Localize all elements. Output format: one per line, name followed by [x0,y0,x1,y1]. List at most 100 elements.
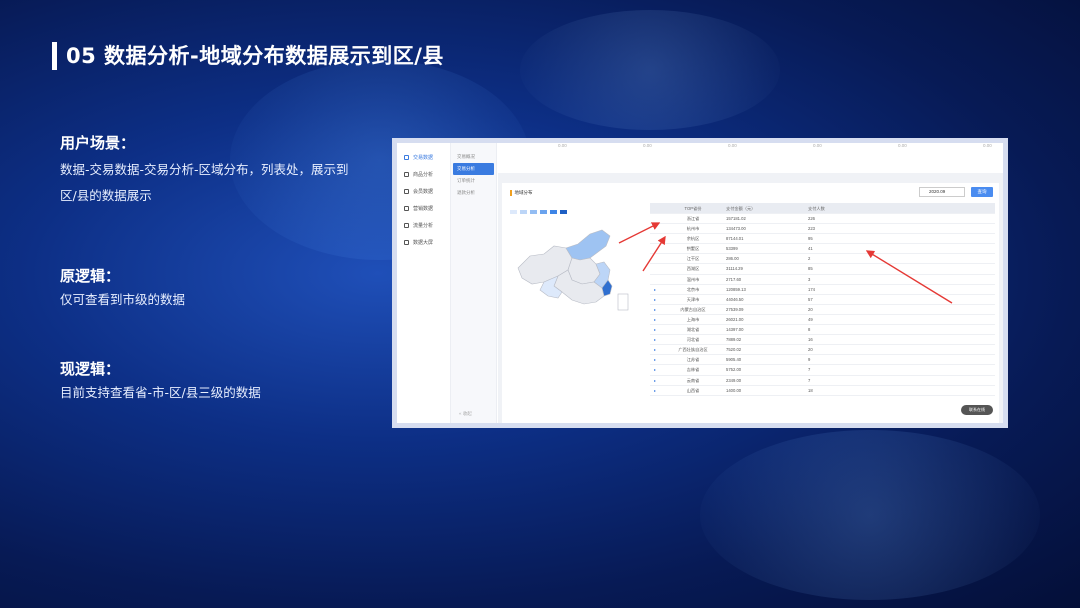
expand-icon[interactable] [650,244,660,253]
table-cell: 44046.50 [726,296,744,302]
nav-icon [404,189,409,194]
table-cell: 8 [808,327,811,333]
table-cell: 5752.00 [726,367,742,373]
table-cell: 27539.09 [726,306,744,312]
scenario-text: 数据-交易数据-交易分析-区域分布，列表处，展示到区/县的数据展示 [60,162,349,203]
table-cell: 浙江省 [686,216,700,221]
side-nav: 交易数据商品分析会员数据营销数据流量分析数据大屏 [397,143,451,423]
table-row[interactable]: ▸ 天津市 44046.50 57 [650,295,995,305]
table-row[interactable]: ▸ 北京市 120859.13 174 [650,285,995,295]
table-row[interactable]: 西湖区 31114.29 85 [650,264,995,275]
expand-icon[interactable]: ▸ [650,365,660,374]
expand-icon[interactable]: ▸ [650,285,660,294]
expand-icon[interactable]: ▸ [650,386,660,395]
summary-value: 0.00 [643,143,652,148]
table-row[interactable]: ▸ 湖北省 14397.00 8 [650,325,995,336]
nav-label: 交易数据 [413,155,434,161]
summary-value: 0.00 [558,143,567,148]
new-logic-text: 目前支持查看省-市-区/县三级的数据 [60,385,261,400]
table-row[interactable]: 浙江省 157181.02 226 [650,214,995,225]
expand-icon[interactable]: ▸ [650,355,660,364]
nav-label: 流量分析 [413,223,434,229]
old-logic-text: 仅可查看到市级的数据 [60,292,186,307]
table-row[interactable]: ▸ 吉林省 5752.00 7 [650,365,995,376]
sub-nav-item[interactable]: 交易分析 [453,163,494,175]
summary-value: 0.00 [983,143,992,148]
nav-label: 数据大屏 [413,240,434,246]
expand-icon[interactable] [650,264,660,273]
table-row[interactable]: 拱墅区 53399 41 [650,244,995,255]
table-cell: 江干区 [686,256,700,262]
nav-item[interactable]: 会员数据 [397,183,450,200]
expand-icon[interactable]: ▸ [650,345,660,354]
sub-nav-item[interactable]: 退款分析 [453,187,494,199]
expand-icon[interactable] [650,224,660,233]
table-row[interactable]: ▸ 江苏省 5905.40 9 [650,355,995,366]
nav-item[interactable]: 数据大屏 [397,234,450,251]
query-button[interactable]: 查询 [971,187,993,197]
expand-icon[interactable] [650,234,660,243]
table-cell: 广西壮族自治区 [678,347,708,353]
app-window: 交易数据商品分析会员数据营销数据流量分析数据大屏 交易概况 交易分析 订单统计 退款分… [397,143,1003,423]
table-header-cell: 支付金额（元） [726,206,756,211]
new-logic-heading: 现逻辑： [60,360,121,378]
table-row[interactable]: 温州市 2717.60 3 [650,275,995,285]
table-cell: 河北省 [686,337,700,343]
table-row[interactable]: ▸ 内蒙古自治区 27539.09 20 [650,305,995,315]
expand-icon[interactable]: ▸ [650,295,660,304]
table-cell: 北京市 [686,286,700,292]
nav-item[interactable]: 营销数据 [397,200,450,217]
expand-icon[interactable] [650,254,660,263]
table-row[interactable]: ▸ 广西壮族自治区 7520.02 20 [650,345,995,356]
table-cell: 2349.00 [726,377,742,383]
expand-icon[interactable]: ▸ [650,305,660,314]
date-picker[interactable]: 2020.09 [919,187,965,197]
table-cell: 87144.01 [726,236,744,242]
table-cell: 湖北省 [686,327,700,333]
table-cell: 31114.29 [726,266,743,272]
table-row[interactable]: 杭州市 134473.00 223 [650,224,995,235]
table-cell: 拱墅区 [686,246,700,252]
nav-label: 营销数据 [413,206,434,212]
legend-swatch [540,210,547,214]
slide-title: 05 数据分析-地域分布数据展示到区/县 [66,44,444,68]
sub-nav-item[interactable]: 交易概况 [453,151,494,163]
table-cell: 95 [808,236,813,242]
legend-swatch [530,210,537,214]
app-screenshot: 交易数据商品分析会员数据营销数据流量分析数据大屏 交易概况 交易分析 订单统计 退款分… [392,138,1008,428]
nav-item[interactable]: 交易数据 [397,149,450,166]
expand-icon[interactable]: ▸ [650,376,660,385]
expand-icon[interactable] [650,214,660,223]
nav-item[interactable]: 商品分析 [397,166,450,183]
map-legend [510,210,567,214]
table-cell: 134473.00 [726,226,746,232]
table-row[interactable]: ▸ 河北省 7889.02 16 [650,335,995,346]
table-cell: 3 [808,276,811,282]
contact-button[interactable]: 联系在线 [961,405,993,415]
table-cell: 7889.02 [726,337,742,343]
table-row[interactable]: 余杭区 87144.01 95 [650,234,995,245]
table-row[interactable]: ▸ 云南省 2349.00 7 [650,376,995,386]
table-row[interactable]: ▸ 上海市 26021.00 49 [650,315,995,326]
collapse-button[interactable]: « 收起 [459,411,472,417]
table-cell: 53399 [726,246,738,252]
expand-icon[interactable] [650,275,660,284]
expand-icon[interactable]: ▸ [650,325,660,334]
table-row[interactable]: 江干区 286.00 2 [650,254,995,265]
panel-title: 地域分布 [510,190,533,196]
nav-item[interactable]: 流量分析 [397,217,450,234]
expand-icon[interactable]: ▸ [650,315,660,324]
expand-icon[interactable]: ▸ [650,335,660,344]
sub-nav-item[interactable]: 订单统计 [453,175,494,187]
nav-label: 会员数据 [413,189,434,195]
legend-swatch [510,210,517,214]
table-cell: 286.00 [726,256,739,262]
table-header-cell [650,203,660,213]
nav-icon [404,223,409,228]
table-cell: 157181.02 [726,216,746,221]
legend-swatch [520,210,527,214]
table-cell: 7 [808,377,811,383]
table-row[interactable]: ▸ 山西省 1400.00 18 [650,386,995,396]
table-cell: 5905.40 [726,357,742,363]
table-cell: 174 [808,286,815,292]
